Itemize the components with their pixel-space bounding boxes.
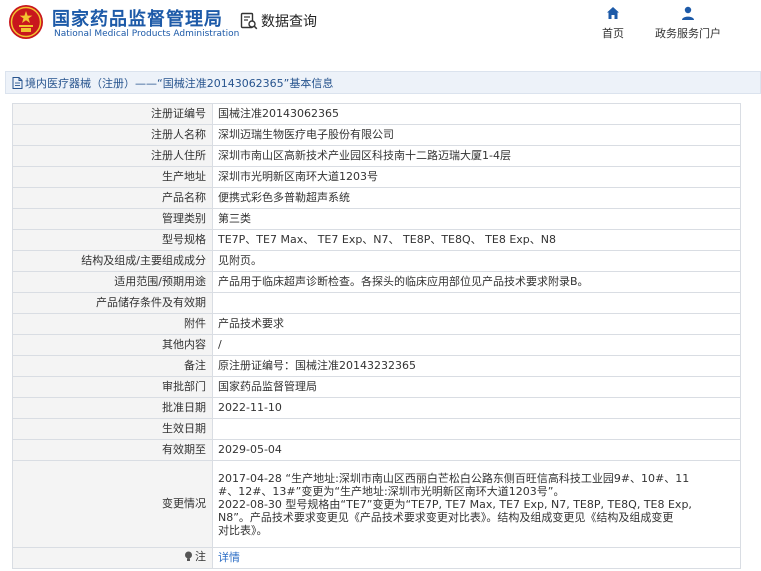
user-icon: [682, 6, 694, 20]
approve-date-label: 批准日期: [12, 397, 213, 419]
reg-no-label: 注册证编号: [12, 103, 213, 125]
remark-label: 备注: [12, 355, 213, 377]
document-icon: [12, 76, 23, 89]
nav-service-portal[interactable]: 政务服务门户: [655, 5, 721, 41]
table-row: 附件 产品技术要求: [12, 313, 741, 335]
registrant-addr-label: 注册人住所: [12, 145, 213, 167]
table-row: 结构及组成/主要组成成分 见附页。: [12, 250, 741, 272]
brand-name-en[interactable]: National Medical Products Administration: [54, 29, 239, 39]
table-row: 注册人住所 深圳市南山区高新技术产业园区科技南十二路迈瑞大厦1-4层: [12, 145, 741, 167]
registrant-label: 注册人名称: [12, 124, 213, 146]
page-title-bar: 境内医疗器械（注册）——“国械注准20143062365”基本信息: [5, 71, 761, 94]
category-label: 管理类别: [12, 208, 213, 230]
change-line: 2022-08-30 型号规格由“TE7”变更为“TE7P, TE7 Max, …: [218, 497, 692, 511]
other-value: /: [212, 334, 741, 356]
table-row: 型号规格 TE7P、TE7 Max、 TE7 Exp、N7、 TE8P、TE8Q…: [12, 229, 741, 251]
note-label-cell: 注: [12, 547, 213, 569]
structure-label: 结构及组成/主要组成成分: [12, 250, 213, 272]
change-line: 对比表》。: [218, 523, 268, 537]
product-name-label: 产品名称: [12, 187, 213, 209]
nav-home-label: 首页: [602, 27, 624, 40]
brand-name-cn[interactable]: 国家药品监督管理局: [52, 5, 223, 31]
scope-label: 适用范围/预期用途: [12, 271, 213, 293]
dept-label: 审批部门: [12, 376, 213, 398]
table-row: 注册证编号 国械注准20143062365: [12, 103, 741, 125]
data-query-label: 数据查询: [261, 14, 317, 30]
site-header: 国家药品监督管理局 National Medical Products Admi…: [0, 0, 761, 64]
note-label: 注: [184, 550, 206, 564]
change-line: #、12#、13#”变更为“生产地址:深圳市光明新区南环大道1203号”。: [218, 484, 565, 498]
prod-addr-label: 生产地址: [12, 166, 213, 188]
data-query-button[interactable]: 数据查询: [240, 9, 317, 33]
expiry-value: 2029-05-04: [212, 439, 741, 461]
storage-value: [212, 292, 741, 314]
table-row: 批准日期 2022-11-10: [12, 397, 741, 419]
effective-date-label: 生效日期: [12, 418, 213, 440]
other-label: 其他内容: [12, 334, 213, 356]
table-row: 生产地址 深圳市光明新区南环大道1203号: [12, 166, 741, 188]
detail-link[interactable]: 详情: [218, 551, 240, 564]
data-query-icon: [240, 12, 258, 30]
table-row: 审批部门 国家药品监督管理局: [12, 376, 741, 398]
model-label: 型号规格: [12, 229, 213, 251]
table-row: 适用范围/预期用途 产品用于临床超声诊断检查。各探头的临床应用部位见产品技术要求…: [12, 271, 741, 293]
change-line: 2017-04-28 “生产地址:深圳市南山区西丽白芒松白公路东侧百旺信高科技工…: [218, 471, 690, 485]
table-row: 其他内容 /: [12, 334, 741, 356]
table-row: 注 详情: [12, 547, 741, 569]
note-label-text: 注: [195, 549, 206, 563]
note-value: 详情: [212, 547, 741, 569]
nav-home[interactable]: 首页: [602, 5, 624, 41]
registrant-value: 深圳迈瑞生物医疗电子股份有限公司: [212, 124, 741, 146]
table-row: 产品储存条件及有效期: [12, 292, 741, 314]
device-info-table: 注册证编号 国械注准20143062365 注册人名称 深圳迈瑞生物医疗电子股份…: [12, 103, 741, 569]
changes-value: 2017-04-28 “生产地址:深圳市南山区西丽白芒松白公路东侧百旺信高科技工…: [212, 460, 741, 548]
expiry-label: 有效期至: [12, 439, 213, 461]
change-line: N8”。产品技术要求变更见《产品技术要求变更对比表》。结构及组成变更见《结构及组…: [218, 510, 674, 524]
nav-service-label: 政务服务门户: [655, 27, 721, 40]
attachment-value: 产品技术要求: [212, 313, 741, 335]
remark-value: 原注册证编号：国械注准20143232365: [212, 355, 741, 377]
table-row: 备注 原注册证编号：国械注准20143232365: [12, 355, 741, 377]
dept-value: 国家药品监督管理局: [212, 376, 741, 398]
effective-date-value: [212, 418, 741, 440]
table-row: 管理类别 第三类: [12, 208, 741, 230]
changes-label: 变更情况: [12, 460, 213, 548]
emblem-logo-icon[interactable]: [8, 4, 44, 40]
scope-value: 产品用于临床超声诊断检查。各探头的临床应用部位见产品技术要求附录B。: [212, 271, 741, 293]
structure-value: 见附页。: [212, 250, 741, 272]
approve-date-value: 2022-11-10: [212, 397, 741, 419]
home-icon: [607, 7, 619, 19]
table-row: 产品名称 便携式彩色多普勒超声系统: [12, 187, 741, 209]
bulb-icon: [185, 551, 192, 562]
table-row: 注册人名称 深圳迈瑞生物医疗电子股份有限公司: [12, 124, 741, 146]
registrant-addr-value: 深圳市南山区高新技术产业园区科技南十二路迈瑞大厦1-4层: [212, 145, 741, 167]
table-row: 有效期至 2029-05-04: [12, 439, 741, 461]
product-name-value: 便携式彩色多普勒超声系统: [212, 187, 741, 209]
reg-no-value: 国械注准20143062365: [212, 103, 741, 125]
category-value: 第三类: [212, 208, 741, 230]
prod-addr-value: 深圳市光明新区南环大道1203号: [212, 166, 741, 188]
model-value: TE7P、TE7 Max、 TE7 Exp、N7、 TE8P、TE8Q、 TE8…: [212, 229, 741, 251]
attachment-label: 附件: [12, 313, 213, 335]
storage-label: 产品储存条件及有效期: [12, 292, 213, 314]
table-row: 变更情况 2017-04-28 “生产地址:深圳市南山区西丽白芒松白公路东侧百旺…: [12, 460, 741, 548]
page-title: 境内医疗器械（注册）——“国械注准20143062365”基本信息: [25, 76, 334, 90]
table-row: 生效日期: [12, 418, 741, 440]
